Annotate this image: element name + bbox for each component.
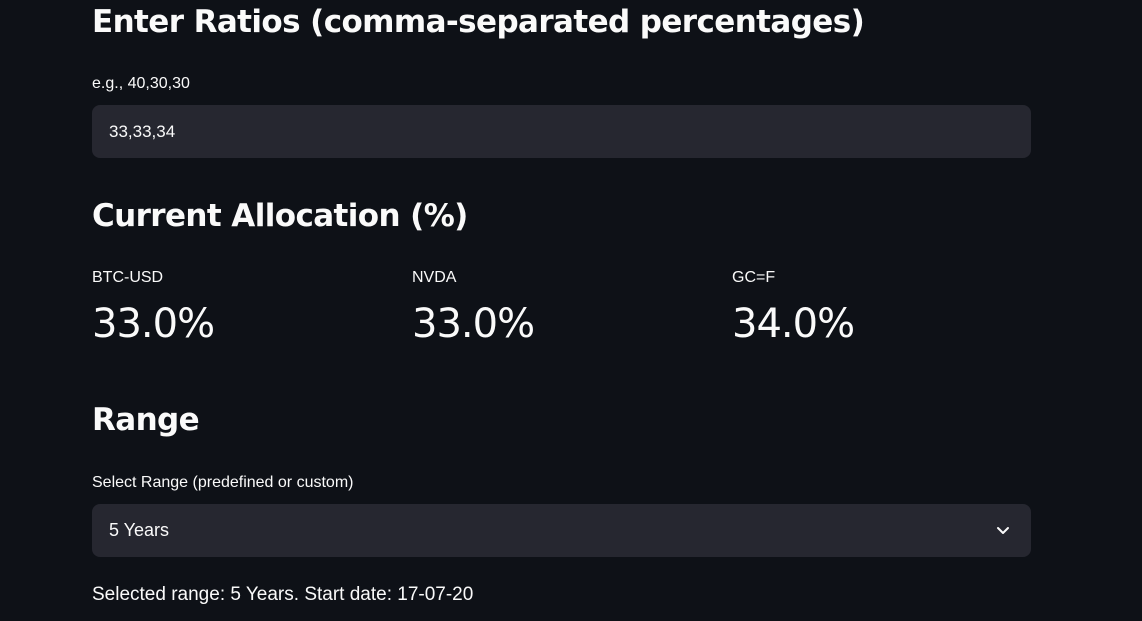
ratios-input[interactable] (92, 105, 1031, 158)
range-select-value: 5 Years (109, 520, 170, 540)
metric-value: 33.0% (92, 301, 215, 347)
metric-gc-f: GC=F 34.0% (732, 266, 1032, 348)
allocation-heading: Current Allocation (%) (92, 198, 468, 234)
metric-value: 34.0% (732, 301, 855, 347)
selected-range-info: Selected range: 5 Years. Start date: 17-… (92, 584, 474, 605)
ratios-input-label: e.g., 40,30,30 (92, 75, 190, 92)
metric-label: BTC-USD (92, 269, 164, 286)
metric-label: NVDA (412, 269, 457, 286)
ratios-input-container[interactable] (92, 105, 1031, 158)
chevron-down-icon[interactable] (995, 522, 1011, 538)
metric-label: GC=F (732, 269, 776, 286)
metric-value: 33.0% (412, 301, 535, 347)
range-heading: Range (92, 402, 200, 438)
range-select-label: Select Range (predefined or custom) (92, 474, 354, 491)
range-select[interactable]: 5 Years (92, 504, 1031, 557)
ratios-heading: Enter Ratios (comma-separated percentage… (92, 4, 865, 40)
metric-btc-usd: BTC-USD 33.0% (92, 266, 392, 348)
metric-nvda: NVDA 33.0% (412, 266, 712, 348)
